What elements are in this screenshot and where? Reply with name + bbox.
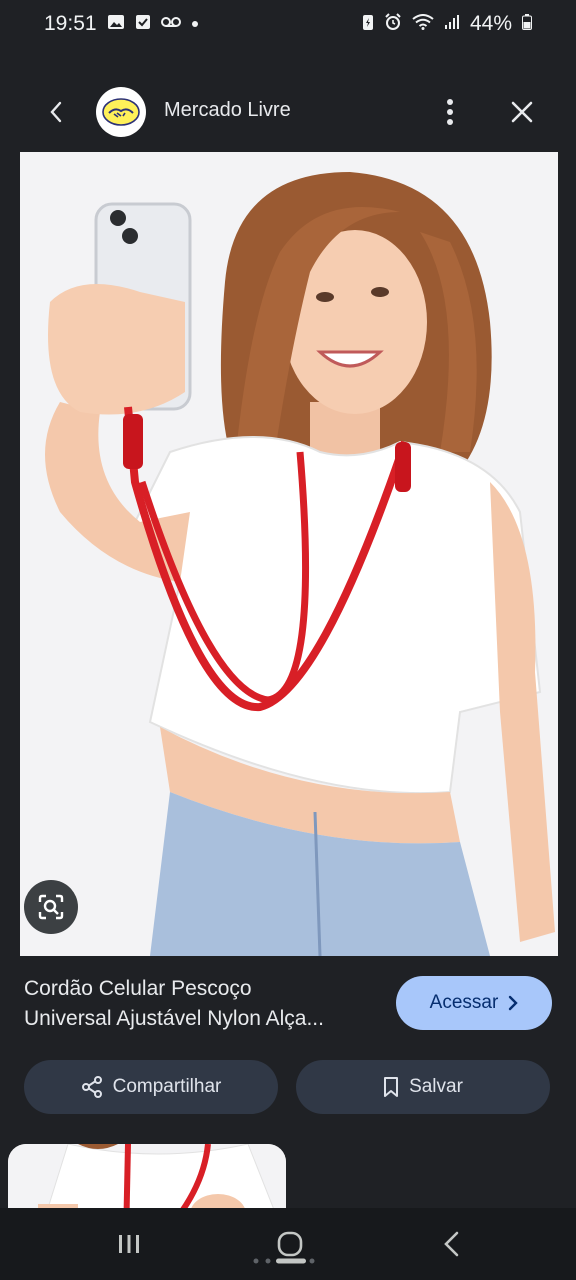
back-arrow-icon	[50, 101, 62, 123]
nav-back-icon[interactable]	[440, 1230, 464, 1258]
home-icon[interactable]	[276, 1230, 304, 1258]
result-title[interactable]: Cordão Celular Pescoço Universal Ajustáv…	[24, 974, 384, 1034]
recent-apps-icon[interactable]	[116, 1232, 142, 1256]
page-indicator	[253, 1258, 315, 1264]
status-right: 44%	[362, 12, 532, 36]
close-icon	[511, 101, 533, 123]
dot-icon	[191, 16, 199, 32]
site-name: Mercado Livre	[164, 99, 291, 121]
status-bar: 19:51 44%	[0, 0, 576, 48]
product-image[interactable]	[20, 152, 558, 956]
share-icon	[81, 1076, 102, 1098]
share-button[interactable]: Compartilhar	[24, 1060, 278, 1114]
alarm-icon	[384, 13, 402, 35]
checkbox-icon	[135, 14, 151, 34]
result-title-line2: Universal Ajustável Nylon Alça...	[24, 1007, 324, 1030]
lens-search-button[interactable]	[24, 880, 78, 934]
share-button-label: Compartilhar	[112, 1076, 222, 1097]
battery-icon	[522, 14, 532, 34]
gallery-icon	[107, 14, 125, 34]
product-photo	[20, 152, 558, 956]
battery-percentage: 44%	[469, 12, 512, 35]
wifi-icon	[412, 14, 434, 34]
bookmark-icon	[384, 1077, 399, 1097]
back-button[interactable]	[36, 92, 76, 132]
signal-icon	[444, 14, 460, 34]
more-vert-icon	[447, 99, 453, 125]
status-left: 19:51	[44, 12, 199, 36]
top-bar: Mercado Livre	[0, 72, 576, 152]
visit-button-label: Acessar	[429, 992, 499, 1013]
system-navigation-bar	[0, 1208, 576, 1280]
status-time: 19:51	[44, 12, 97, 35]
mercado-livre-logo	[96, 87, 146, 137]
more-options-button[interactable]	[432, 92, 468, 132]
chevron-right-icon	[509, 995, 519, 1011]
save-button[interactable]: Salvar	[296, 1060, 550, 1114]
visit-button[interactable]: Acessar	[396, 976, 552, 1030]
voicemail-icon	[160, 16, 181, 32]
result-title-line1: Cordão Celular Pescoço	[24, 977, 252, 1000]
save-button-label: Salvar	[409, 1076, 463, 1097]
battery-saver-icon	[362, 13, 374, 35]
lens-icon	[38, 894, 64, 920]
close-button[interactable]	[502, 92, 542, 132]
